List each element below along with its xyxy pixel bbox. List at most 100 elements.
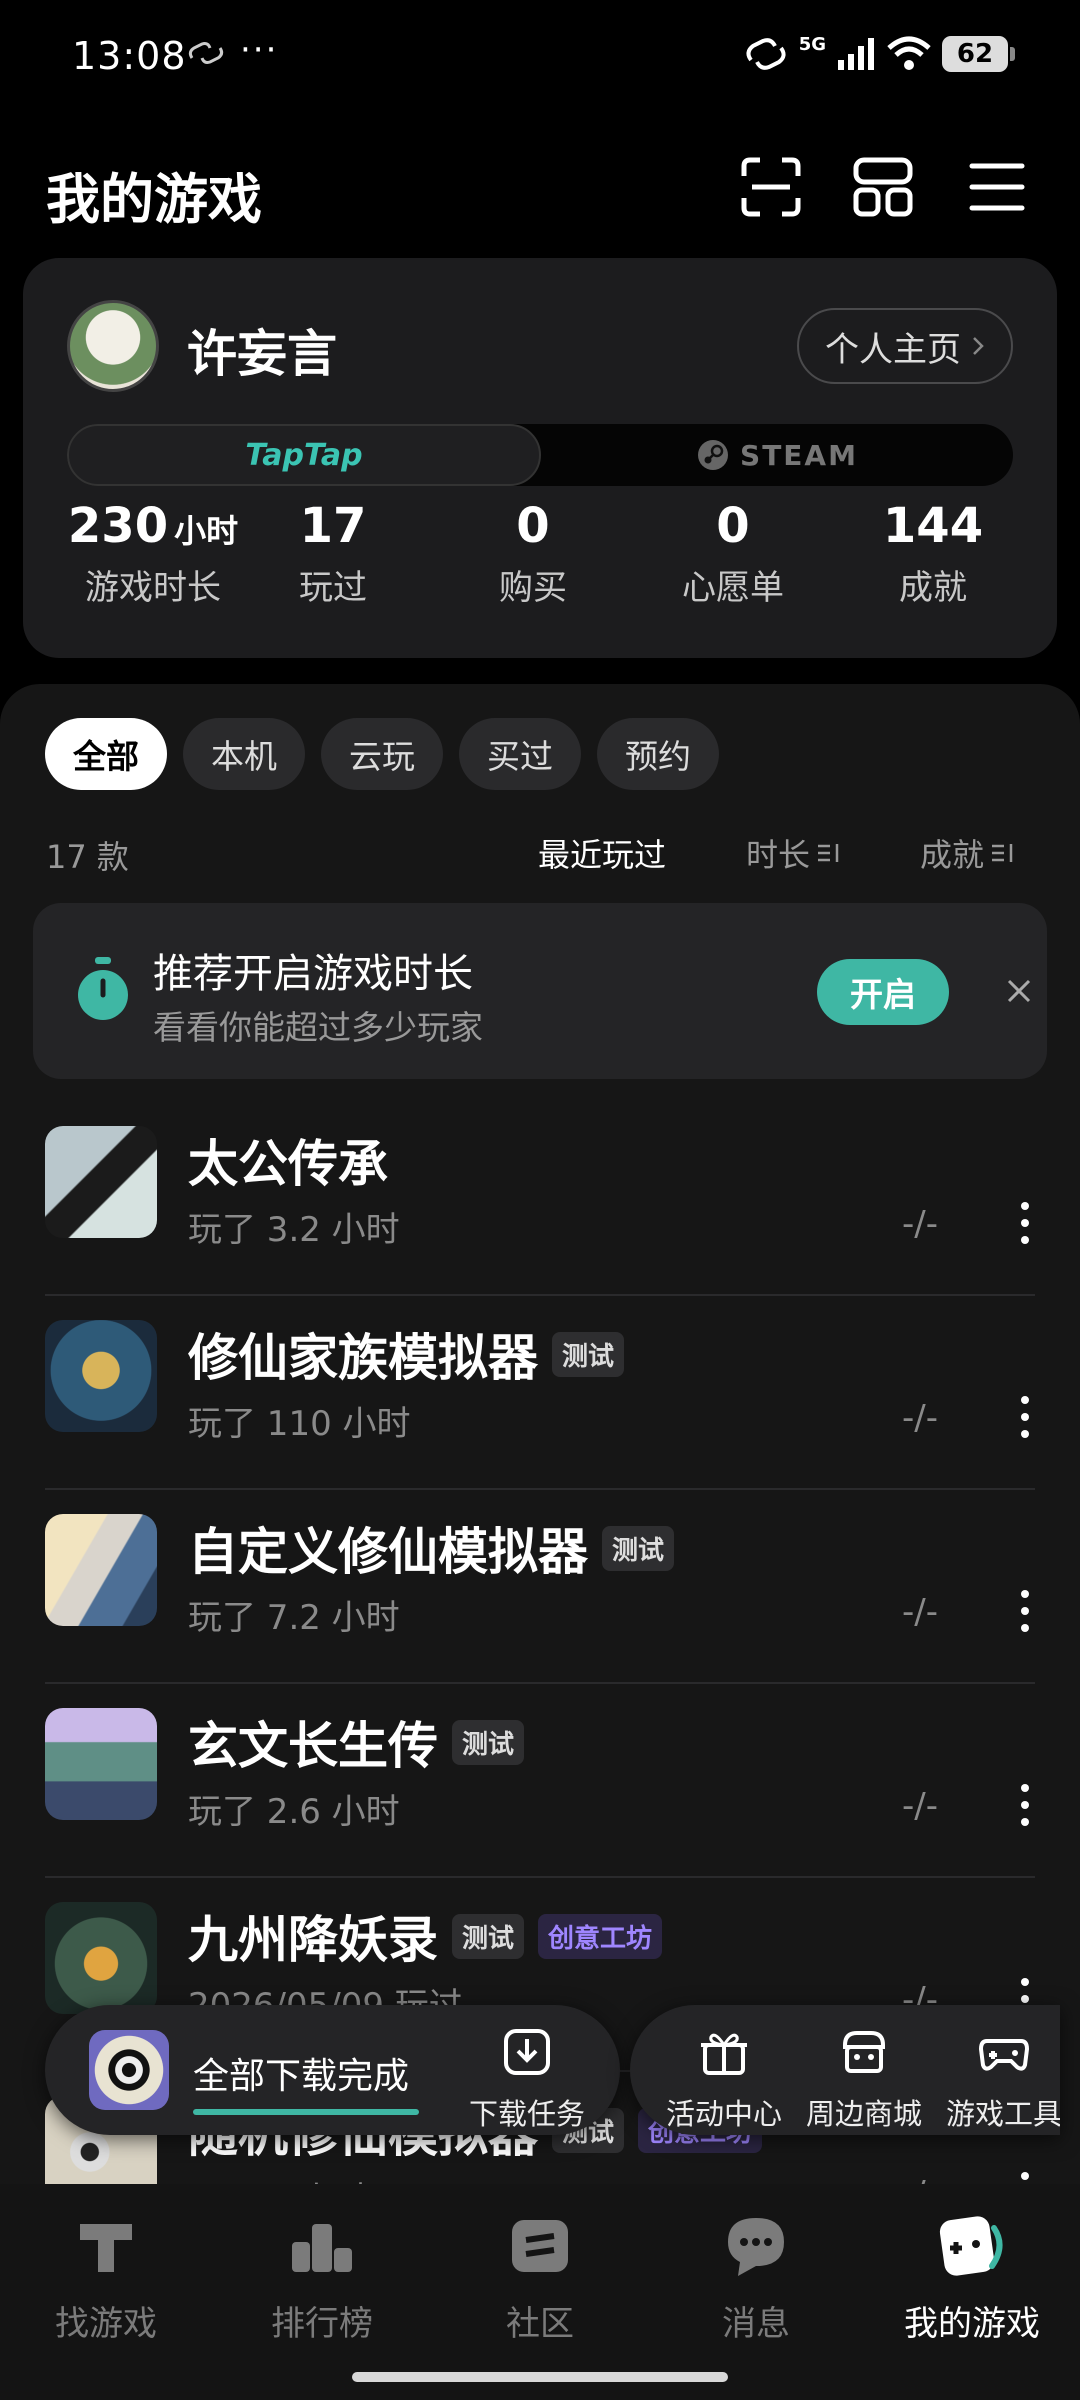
sort-duration-label: 时长 xyxy=(746,836,811,874)
recommend-title: 推荐开启游戏时长 xyxy=(153,951,473,997)
battery-indicator: 62 xyxy=(942,35,1015,72)
download-tasks-button[interactable]: 下载任务 xyxy=(457,2025,597,2133)
sort-achievement-label: 成就 xyxy=(920,836,985,874)
download-tasks-label: 下载任务 xyxy=(468,2097,585,2131)
bottom-nav: 找游戏 排行榜 社区 消息 我的游戏 xyxy=(0,2184,1080,2400)
nav-community[interactable]: 社区 xyxy=(450,2210,630,2345)
stat-purchased-label: 购买 xyxy=(499,568,567,608)
filter-chip-bought[interactable]: 买过 xyxy=(459,718,581,790)
sort-duration[interactable]: 时长 xyxy=(746,830,842,876)
merch-store-button[interactable]: 周边商城 xyxy=(794,2025,934,2133)
steam-label: STEAM xyxy=(740,438,858,472)
download-game-thumbnail xyxy=(89,2030,169,2110)
homepage-button[interactable]: 个人主页 xyxy=(797,308,1013,384)
filter-chip-cloud[interactable]: 云玩 xyxy=(321,718,443,790)
test-tag: 测试 xyxy=(452,1913,525,1959)
game-row[interactable]: 太公传承 玩了 3.2 小时 -/- xyxy=(0,1102,1080,1296)
profile-card: 许妄言 个人主页 TapTap STEAM 230 小时 游戏时长 17 玩过 0… xyxy=(23,258,1057,658)
message-icon xyxy=(728,2218,784,2276)
nav-messages-label: 消息 xyxy=(722,2304,790,2344)
game-title: 自定义修仙模拟器 xyxy=(188,1523,588,1581)
merch-store-label: 周边商城 xyxy=(805,2097,922,2131)
stat-played-label: 玩过 xyxy=(299,568,367,608)
game-cover xyxy=(45,1708,157,1820)
status-right: 5G 62 xyxy=(743,34,1015,73)
more-vertical-icon[interactable] xyxy=(1010,1392,1040,1442)
nav-discover-label: 找游戏 xyxy=(55,2304,157,2344)
stat-wishlist[interactable]: 0 心愿单 xyxy=(633,498,833,609)
game-achievements: -/- xyxy=(902,2174,938,2184)
game-achievements: -/- xyxy=(902,1786,938,1826)
enable-playtime-button[interactable]: 开启 xyxy=(817,959,949,1025)
download-status-text: 全部下载完成 xyxy=(193,2056,410,2097)
stat-wishlist-value: 0 xyxy=(716,498,750,554)
stat-playtime-value: 230 xyxy=(67,498,169,554)
game-cover xyxy=(45,1126,157,1238)
game-tools-button[interactable]: 游戏工具 xyxy=(934,2025,1060,2133)
taptap-t-icon xyxy=(80,2224,132,2272)
stat-played-value: 17 xyxy=(299,498,367,554)
platform-tab-taptap[interactable]: TapTap xyxy=(67,424,541,486)
stat-achievements-value: 144 xyxy=(882,498,984,554)
game-row[interactable]: 自定义修仙模拟器 测试 玩了 7.2 小时 -/- xyxy=(0,1490,1080,1684)
more-vertical-icon[interactable] xyxy=(1010,1586,1040,1636)
more-vertical-icon[interactable] xyxy=(1010,2168,1040,2184)
nav-messages[interactable]: 消息 xyxy=(666,2210,846,2345)
scan-icon[interactable] xyxy=(740,156,802,218)
status-bar: 13:08 ··· 5G 62 xyxy=(0,0,1080,120)
layout-grid-icon[interactable] xyxy=(852,156,914,218)
game-playtime: 玩了 2.6 小时 xyxy=(188,1792,400,1832)
game-achievements: -/- xyxy=(902,1398,938,1438)
stat-achievements[interactable]: 144 成就 xyxy=(833,498,1033,609)
nav-rankings[interactable]: 排行榜 xyxy=(232,2210,412,2345)
platform-tab-steam[interactable]: STEAM xyxy=(541,424,1013,486)
gamepad-icon xyxy=(978,2039,1030,2071)
link-icon xyxy=(188,42,224,64)
game-title: 太公传承 xyxy=(188,1135,388,1193)
stat-purchased[interactable]: 0 购买 xyxy=(433,498,633,609)
test-tag: 测试 xyxy=(602,1525,675,1571)
page-title: 我的游戏 xyxy=(46,168,262,231)
avatar[interactable] xyxy=(67,300,159,392)
home-indicator[interactable] xyxy=(352,2372,728,2382)
game-row[interactable]: 玄文长生传 测试 玩了 2.6 小时 -/- xyxy=(0,1684,1080,1878)
download-status-bar[interactable]: 全部下载完成 下载任务 xyxy=(45,2005,620,2135)
workshop-tag: 创意工坊 xyxy=(538,1913,663,1959)
game-cover xyxy=(45,1320,157,1432)
filter-chip-reserved[interactable]: 预约 xyxy=(597,718,719,790)
username[interactable]: 许妄言 xyxy=(187,314,337,386)
signal-icon xyxy=(838,37,874,70)
game-cover xyxy=(45,1902,157,2014)
game-playtime: 玩了 8 小时 xyxy=(188,2172,367,2184)
filter-chip-local[interactable]: 本机 xyxy=(183,718,305,790)
close-icon[interactable] xyxy=(1003,975,1035,1007)
stat-playtime-unit: 小时 xyxy=(174,512,239,550)
test-tag: 测试 xyxy=(452,1719,525,1765)
game-playtime: 玩了 110 小时 xyxy=(188,1404,411,1444)
download-progress-bar xyxy=(193,2109,419,2115)
stat-playtime-label: 游戏时长 xyxy=(85,568,221,608)
nav-community-label: 社区 xyxy=(506,2304,574,2344)
sort-achievement[interactable]: 成就 xyxy=(920,830,1016,876)
filter-chip-all[interactable]: 全部 xyxy=(45,718,167,790)
game-row[interactable]: 修仙家族模拟器 测试 玩了 110 小时 -/- xyxy=(0,1296,1080,1490)
more-vertical-icon[interactable] xyxy=(1010,1780,1040,1830)
nav-discover[interactable]: 找游戏 xyxy=(16,2210,196,2345)
nav-my-games[interactable]: 我的游戏 xyxy=(882,2210,1062,2345)
recommend-subtitle: 看看你能超过多少玩家 xyxy=(153,1008,483,1047)
tools-bar: 活动中心 周边商城 游戏工具 xyxy=(630,2005,1060,2135)
stat-playtime[interactable]: 230 小时 游戏时长 xyxy=(53,498,253,609)
game-playtime: 玩了 3.2 小时 xyxy=(188,1210,400,1250)
download-icon xyxy=(504,2029,550,2075)
stat-purchased-value: 0 xyxy=(516,498,550,554)
more-vertical-icon[interactable] xyxy=(1010,1198,1040,1248)
leaderboard-icon xyxy=(292,2224,352,2272)
nav-rankings-label: 排行榜 xyxy=(271,2304,373,2344)
menu-icon[interactable] xyxy=(966,156,1028,218)
sort-icon xyxy=(992,844,1013,862)
stat-played[interactable]: 17 玩过 xyxy=(233,498,433,609)
playtime-recommend-card: 推荐开启游戏时长 看看你能超过多少玩家 开启 xyxy=(33,903,1047,1079)
sort-icon xyxy=(818,844,839,862)
sort-recent[interactable]: 最近玩过 xyxy=(538,830,666,876)
activity-center-button[interactable]: 活动中心 xyxy=(654,2025,794,2133)
